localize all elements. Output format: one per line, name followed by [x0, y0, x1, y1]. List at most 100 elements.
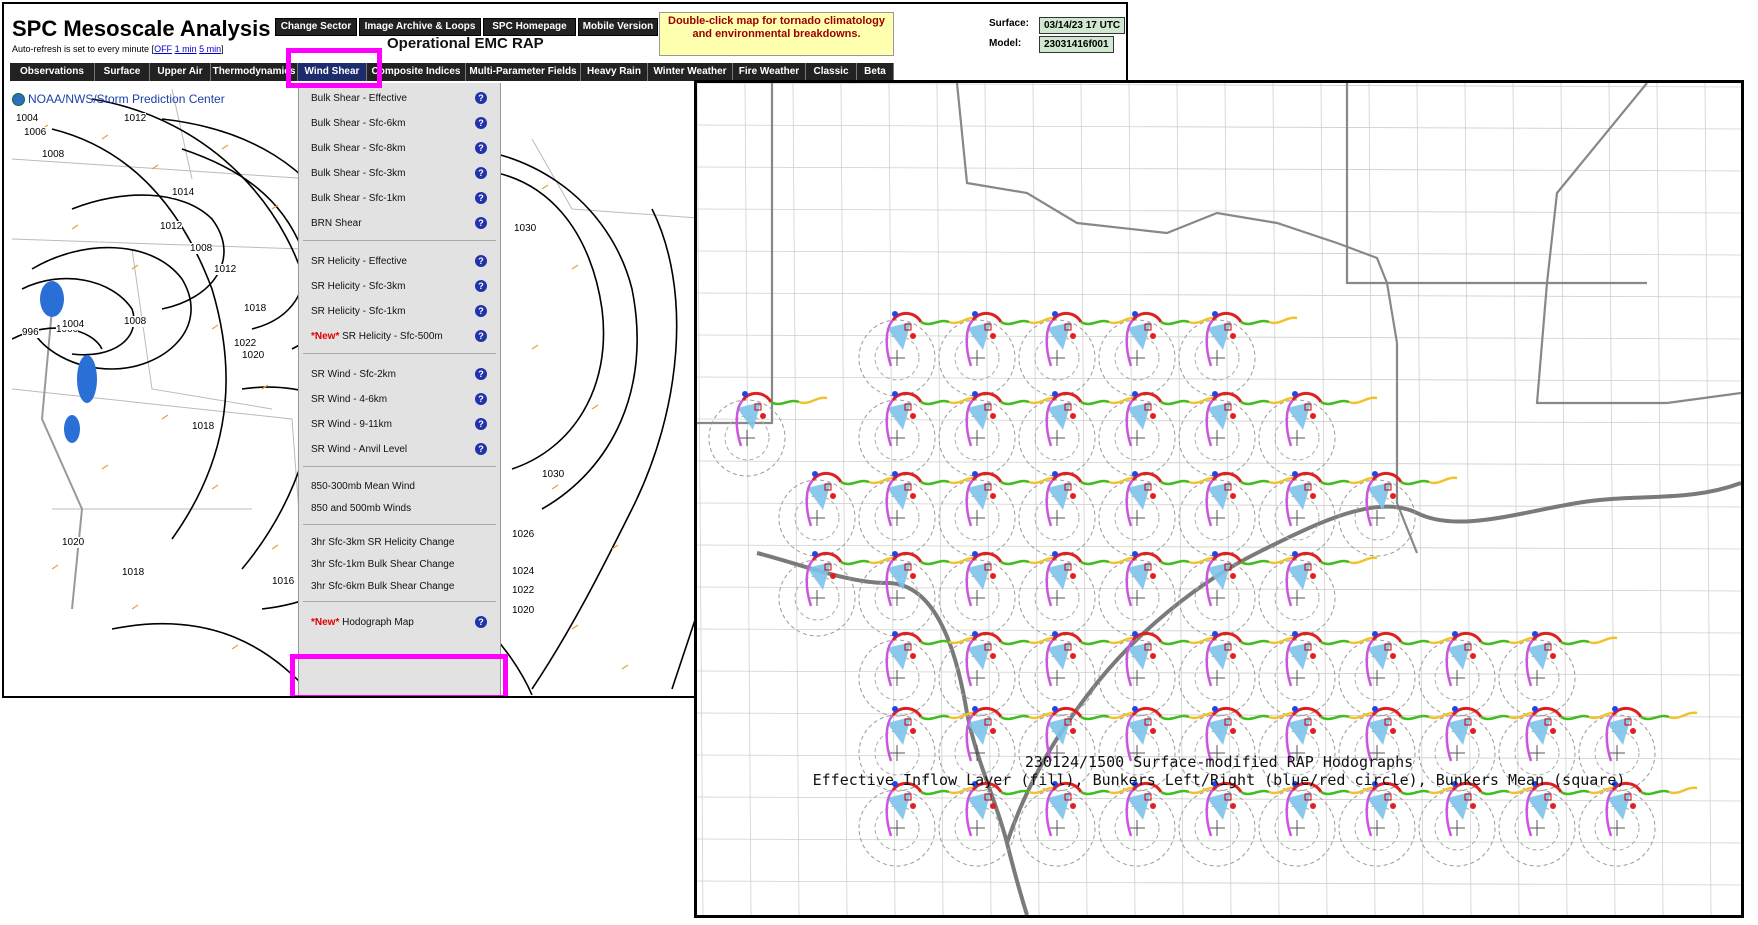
menu-divider — [303, 524, 496, 525]
model-product-title: Operational EMC RAP — [387, 35, 544, 52]
menu-divider — [303, 353, 496, 354]
tab-fire-weather[interactable]: Fire Weather — [733, 63, 806, 81]
new-badge: *New* — [311, 331, 340, 342]
hodograph-map-highlight — [290, 654, 508, 696]
isobar-label: 1012 — [214, 264, 237, 275]
tab-surface[interactable]: Surface — [95, 63, 150, 81]
parameter-tab-bar: Observations Surface Upper Air Thermodyn… — [10, 63, 1115, 81]
isobar-label: 1018 — [192, 421, 215, 432]
wind-shear-tab-highlight — [286, 48, 382, 88]
hodograph-map-graphic — [697, 83, 1741, 915]
isobar-label: 1026 — [512, 529, 535, 540]
tab-classic[interactable]: Classic — [806, 63, 857, 81]
isobar-label: 1008 — [124, 316, 147, 327]
isobar-label: 1020 — [242, 350, 265, 361]
auto-refresh-text: Auto-refresh is set to every minute [OFF… — [12, 44, 224, 54]
wind-shear-dropdown-menu: Bulk Shear - Effective ? Bulk Shear - Sf… — [298, 83, 501, 696]
refresh-5min-link[interactable]: 5 min — [199, 44, 221, 54]
menu-item-3hr-sr-helicity-change[interactable]: 3hr Sfc-3km SR Helicity Change — [311, 537, 454, 548]
menu-divider — [303, 240, 496, 241]
menu-item-sr-helicity-sfc-500m[interactable]: *New* SR Helicity - Sfc-500m — [311, 331, 443, 342]
surface-label: Surface: — [989, 18, 1030, 29]
refresh-1min-link[interactable]: 1 min — [175, 44, 197, 54]
model-label: Model: — [989, 38, 1022, 49]
page-title: SPC Mesoscale Analysis — [12, 16, 271, 41]
isobar-label: 1004 — [16, 113, 39, 124]
help-icon[interactable]: ? — [475, 117, 487, 129]
menu-item-sr-wind-sfc-2km[interactable]: SR Wind - Sfc-2km — [311, 369, 396, 380]
hodograph-glyph — [708, 391, 828, 477]
isobar-label: 1016 — [272, 576, 295, 587]
mobile-version-button[interactable]: Mobile Version — [578, 18, 658, 36]
help-icon[interactable]: ? — [475, 368, 487, 380]
menu-item-brn-shear[interactable]: BRN Shear — [311, 218, 362, 229]
isobar-label: 1024 — [512, 566, 535, 577]
help-icon[interactable]: ? — [475, 305, 487, 317]
help-icon[interactable]: ? — [475, 418, 487, 430]
isobar-label: 1012 — [160, 221, 183, 232]
hodograph-glyph — [858, 781, 978, 867]
menu-item-850-500mb-winds[interactable]: 850 and 500mb Winds — [311, 503, 411, 514]
help-icon[interactable]: ? — [475, 217, 487, 229]
isobar-label: 1022 — [234, 338, 257, 349]
help-icon[interactable]: ? — [475, 393, 487, 405]
isobar-label: 1008 — [42, 149, 65, 160]
surface-time-value: 03/14/23 17 UTC — [1039, 17, 1126, 34]
refresh-off-link[interactable]: OFF — [154, 44, 172, 54]
menu-item-3hr-sfc-1km-bulk-shear-change[interactable]: 3hr Sfc-1km Bulk Shear Change — [311, 559, 454, 570]
hodograph-map-window[interactable]: 230124/1500 Surface-modified RAP Hodogra… — [694, 80, 1744, 918]
help-icon[interactable]: ? — [475, 443, 487, 455]
tab-multi-parameter-fields[interactable]: Multi-Parameter Fields — [466, 63, 581, 81]
image-archive-button[interactable]: Image Archive & Loops — [359, 18, 481, 36]
tab-thermodynamics[interactable]: Thermodynamics — [211, 63, 298, 81]
isobar-label: 1018 — [244, 303, 267, 314]
menu-item-sr-wind-4-6km[interactable]: SR Wind - 4-6km — [311, 394, 387, 405]
menu-divider — [303, 466, 496, 467]
isobar-label: 1008 — [190, 243, 213, 254]
menu-item-850-300mb-mean-wind[interactable]: 850-300mb Mean Wind — [311, 481, 415, 492]
hodograph-caption-line2: Effective Inflow Layer (fill), Bunkers L… — [812, 771, 1626, 789]
menu-item-hodograph-map[interactable]: *New* Hodograph Map — [311, 617, 414, 628]
tab-observations[interactable]: Observations — [10, 63, 95, 81]
isobar-label: 1030 — [514, 223, 537, 234]
menu-item-sr-helicity-sfc-1km[interactable]: SR Helicity - Sfc-1km — [311, 306, 405, 317]
menu-item-sr-wind-anvil-level[interactable]: SR Wind - Anvil Level — [311, 444, 407, 455]
menu-item-bulk-shear-effective[interactable]: Bulk Shear - Effective — [311, 93, 407, 104]
isobar-label: 1012 — [124, 113, 147, 124]
help-icon[interactable]: ? — [475, 142, 487, 154]
isobar-label: 996 — [22, 327, 39, 338]
tab-beta[interactable]: Beta — [857, 63, 894, 81]
isobar-label: 1004 — [62, 319, 85, 330]
help-icon[interactable]: ? — [475, 255, 487, 267]
menu-item-sr-helicity-effective[interactable]: SR Helicity - Effective — [311, 256, 407, 267]
menu-item-bulk-shear-sfc-8km[interactable]: Bulk Shear - Sfc-8km — [311, 143, 405, 154]
menu-item-sr-helicity-sfc-3km[interactable]: SR Helicity - Sfc-3km — [311, 281, 405, 292]
change-sector-button[interactable]: Change Sector — [275, 18, 357, 36]
spc-homepage-button[interactable]: SPC Homepage — [483, 18, 576, 36]
menu-item-bulk-shear-sfc-1km[interactable]: Bulk Shear - Sfc-1km — [311, 193, 405, 204]
help-icon[interactable]: ? — [475, 330, 487, 342]
new-badge: *New* — [311, 617, 340, 628]
tab-winter-weather[interactable]: Winter Weather — [648, 63, 733, 81]
hodograph-caption-line1: 230124/1500 Surface-modified RAP Hodogra… — [1024, 753, 1414, 771]
model-run-value: 23031416f001 — [1039, 36, 1114, 53]
isobar-label: 1006 — [24, 127, 47, 138]
tab-heavy-rain[interactable]: Heavy Rain — [581, 63, 648, 81]
tab-upper-air[interactable]: Upper Air — [150, 63, 211, 81]
isobar-label: 1014 — [172, 187, 195, 198]
hodograph-glyph — [858, 311, 978, 397]
menu-item-bulk-shear-sfc-3km[interactable]: Bulk Shear - Sfc-3km — [311, 168, 405, 179]
isobar-label: 1030 — [542, 469, 565, 480]
help-icon[interactable]: ? — [475, 280, 487, 292]
help-icon[interactable]: ? — [475, 92, 487, 104]
help-icon[interactable]: ? — [475, 192, 487, 204]
help-icon[interactable]: ? — [475, 616, 487, 628]
isobar-label: 1018 — [122, 567, 145, 578]
menu-divider — [303, 601, 496, 602]
help-icon[interactable]: ? — [475, 167, 487, 179]
menu-item-3hr-sfc-6km-bulk-shear-change[interactable]: 3hr Sfc-6km Bulk Shear Change — [311, 581, 454, 592]
menu-item-bulk-shear-sfc-6km[interactable]: Bulk Shear - Sfc-6km — [311, 118, 405, 129]
isobar-label: 1020 — [62, 537, 85, 548]
menu-item-sr-wind-9-11km[interactable]: SR Wind - 9-11km — [311, 419, 392, 430]
isobar-label: 1022 — [512, 585, 535, 596]
